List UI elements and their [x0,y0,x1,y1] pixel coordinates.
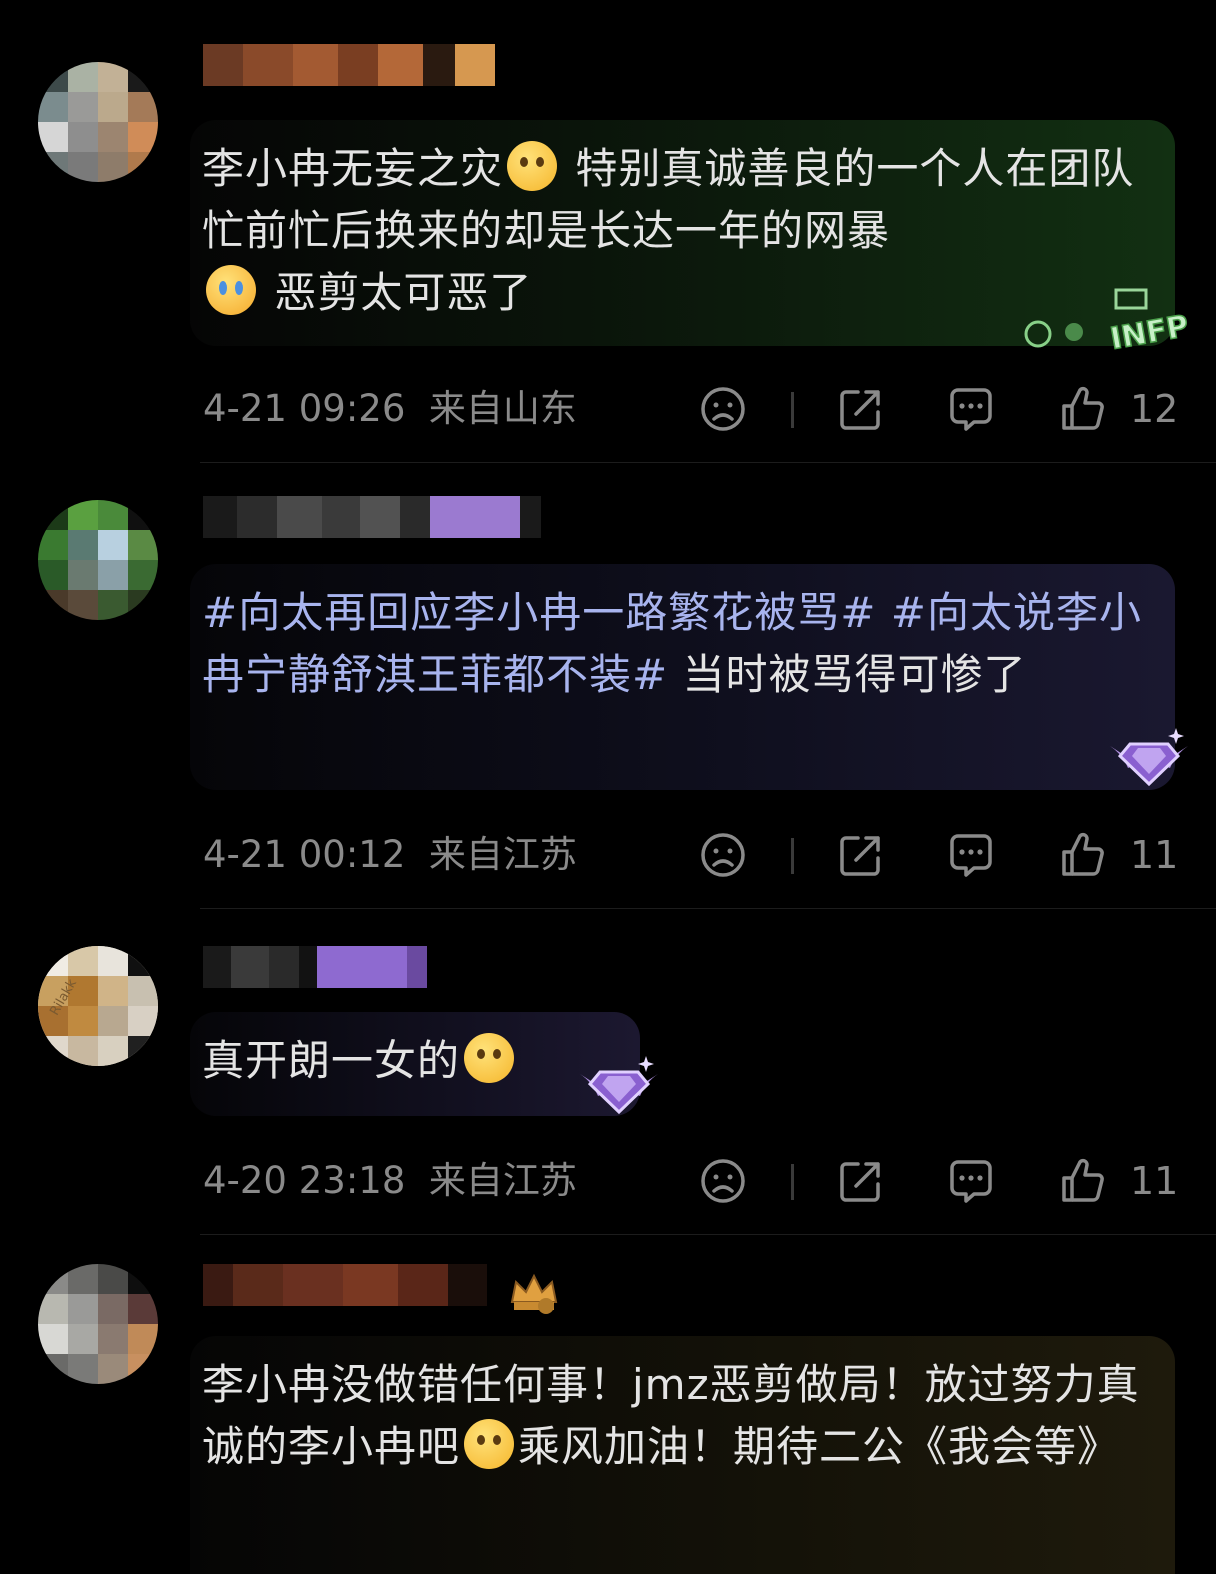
comment-text: 李小冉没做错任何事！jmz恶剪做局！放过努力真诚的李小冉吧 乘风加油！期待二公《我… [202,1360,1140,1471]
thumbs-up-icon[interactable] [1058,1156,1108,1206]
avatar[interactable] [38,500,158,620]
sad-face-icon[interactable] [698,1156,748,1206]
comment-icon[interactable] [946,830,996,880]
username-blurred[interactable] [203,496,541,538]
thumbs-up-icon[interactable] [1058,830,1108,880]
timestamp-location: 4-21 09:26 来自山东 [203,387,577,430]
comment-text: 真开朗一女的 [202,1030,610,1092]
like-count: 12 [1130,387,1179,431]
thumbs-up-icon[interactable] [1058,384,1108,434]
divider [791,838,794,874]
timestamp-location: 4-20 23:18 来自江苏 [203,1159,577,1202]
comment-text: #向太再回应李小冉一路繁花被骂# #向太说李小冉宁静舒淇王菲都不装# 当时被骂得… [202,588,1142,699]
username-blurred[interactable] [203,946,427,988]
crying-face-icon [206,265,256,315]
comment-meta: 4-21 09:26 来自山东 12 [203,384,1183,434]
sad-face-icon[interactable] [698,830,748,880]
divider [791,392,794,428]
comment-icon[interactable] [946,384,996,434]
pleading-face-icon [464,1419,515,1469]
divider [791,1164,794,1200]
comment-text: 李小冉无妄之灾 特别真诚善良的一个人在团队忙前忙后换来的却是长达一年的网暴 恶剪… [202,138,1145,324]
laughing-face-icon [464,1033,515,1083]
sad-face-icon[interactable] [698,384,748,434]
infp-badge-icon: INFP [1012,282,1197,358]
comment-meta: 4-20 23:18 来自江苏 11 [203,1156,1183,1206]
gem-badge-icon [1108,724,1190,790]
comment-bubble: 真开朗一女的 [190,1012,640,1116]
comment-meta: 4-21 00:12 来自江苏 11 [203,830,1183,880]
username-blurred[interactable] [203,1264,487,1306]
comment-icon[interactable] [946,1156,996,1206]
like-count: 11 [1130,833,1179,877]
timestamp-location: 4-21 00:12 来自江苏 [203,833,577,876]
gem-badge-icon [578,1052,660,1118]
comment-item: Rilakk 真开朗一女的 4-20 23:18 来自江苏 11 [0,908,1216,1234]
like-count: 11 [1130,1159,1179,1203]
svg-text:INFP: INFP [1108,309,1192,352]
comment-bubble: 李小冉没做错任何事！jmz恶剪做局！放过努力真诚的李小冉吧 乘风加油！期待二公《我… [190,1336,1175,1574]
username-blurred[interactable] [203,44,495,86]
share-icon[interactable] [836,384,886,434]
share-icon[interactable] [836,1156,886,1206]
comment-item: 李小冉没做错任何事！jmz恶剪做局！放过努力真诚的李小冉吧 乘风加油！期待二公《我… [0,1234,1216,1574]
comment-item: 李小冉无妄之灾 特别真诚善良的一个人在团队忙前忙后换来的却是长达一年的网暴 恶剪… [0,0,1216,460]
hashtag-link[interactable]: #向太再回应李小冉一路繁花被骂# [202,588,876,637]
crown-badge-icon [506,1272,562,1316]
comment-feed: 李小冉无妄之灾 特别真诚善良的一个人在团队忙前忙后换来的却是长达一年的网暴 恶剪… [0,0,1216,1574]
comment-bubble: #向太再回应李小冉一路繁花被骂# #向太说李小冉宁静舒淇王菲都不装# 当时被骂得… [190,564,1175,790]
comment-item: #向太再回应李小冉一路繁花被骂# #向太说李小冉宁静舒淇王菲都不装# 当时被骂得… [0,462,1216,908]
avatar[interactable] [38,1264,158,1384]
avatar[interactable] [38,62,158,182]
pleading-face-icon [507,141,558,191]
share-icon[interactable] [836,830,886,880]
